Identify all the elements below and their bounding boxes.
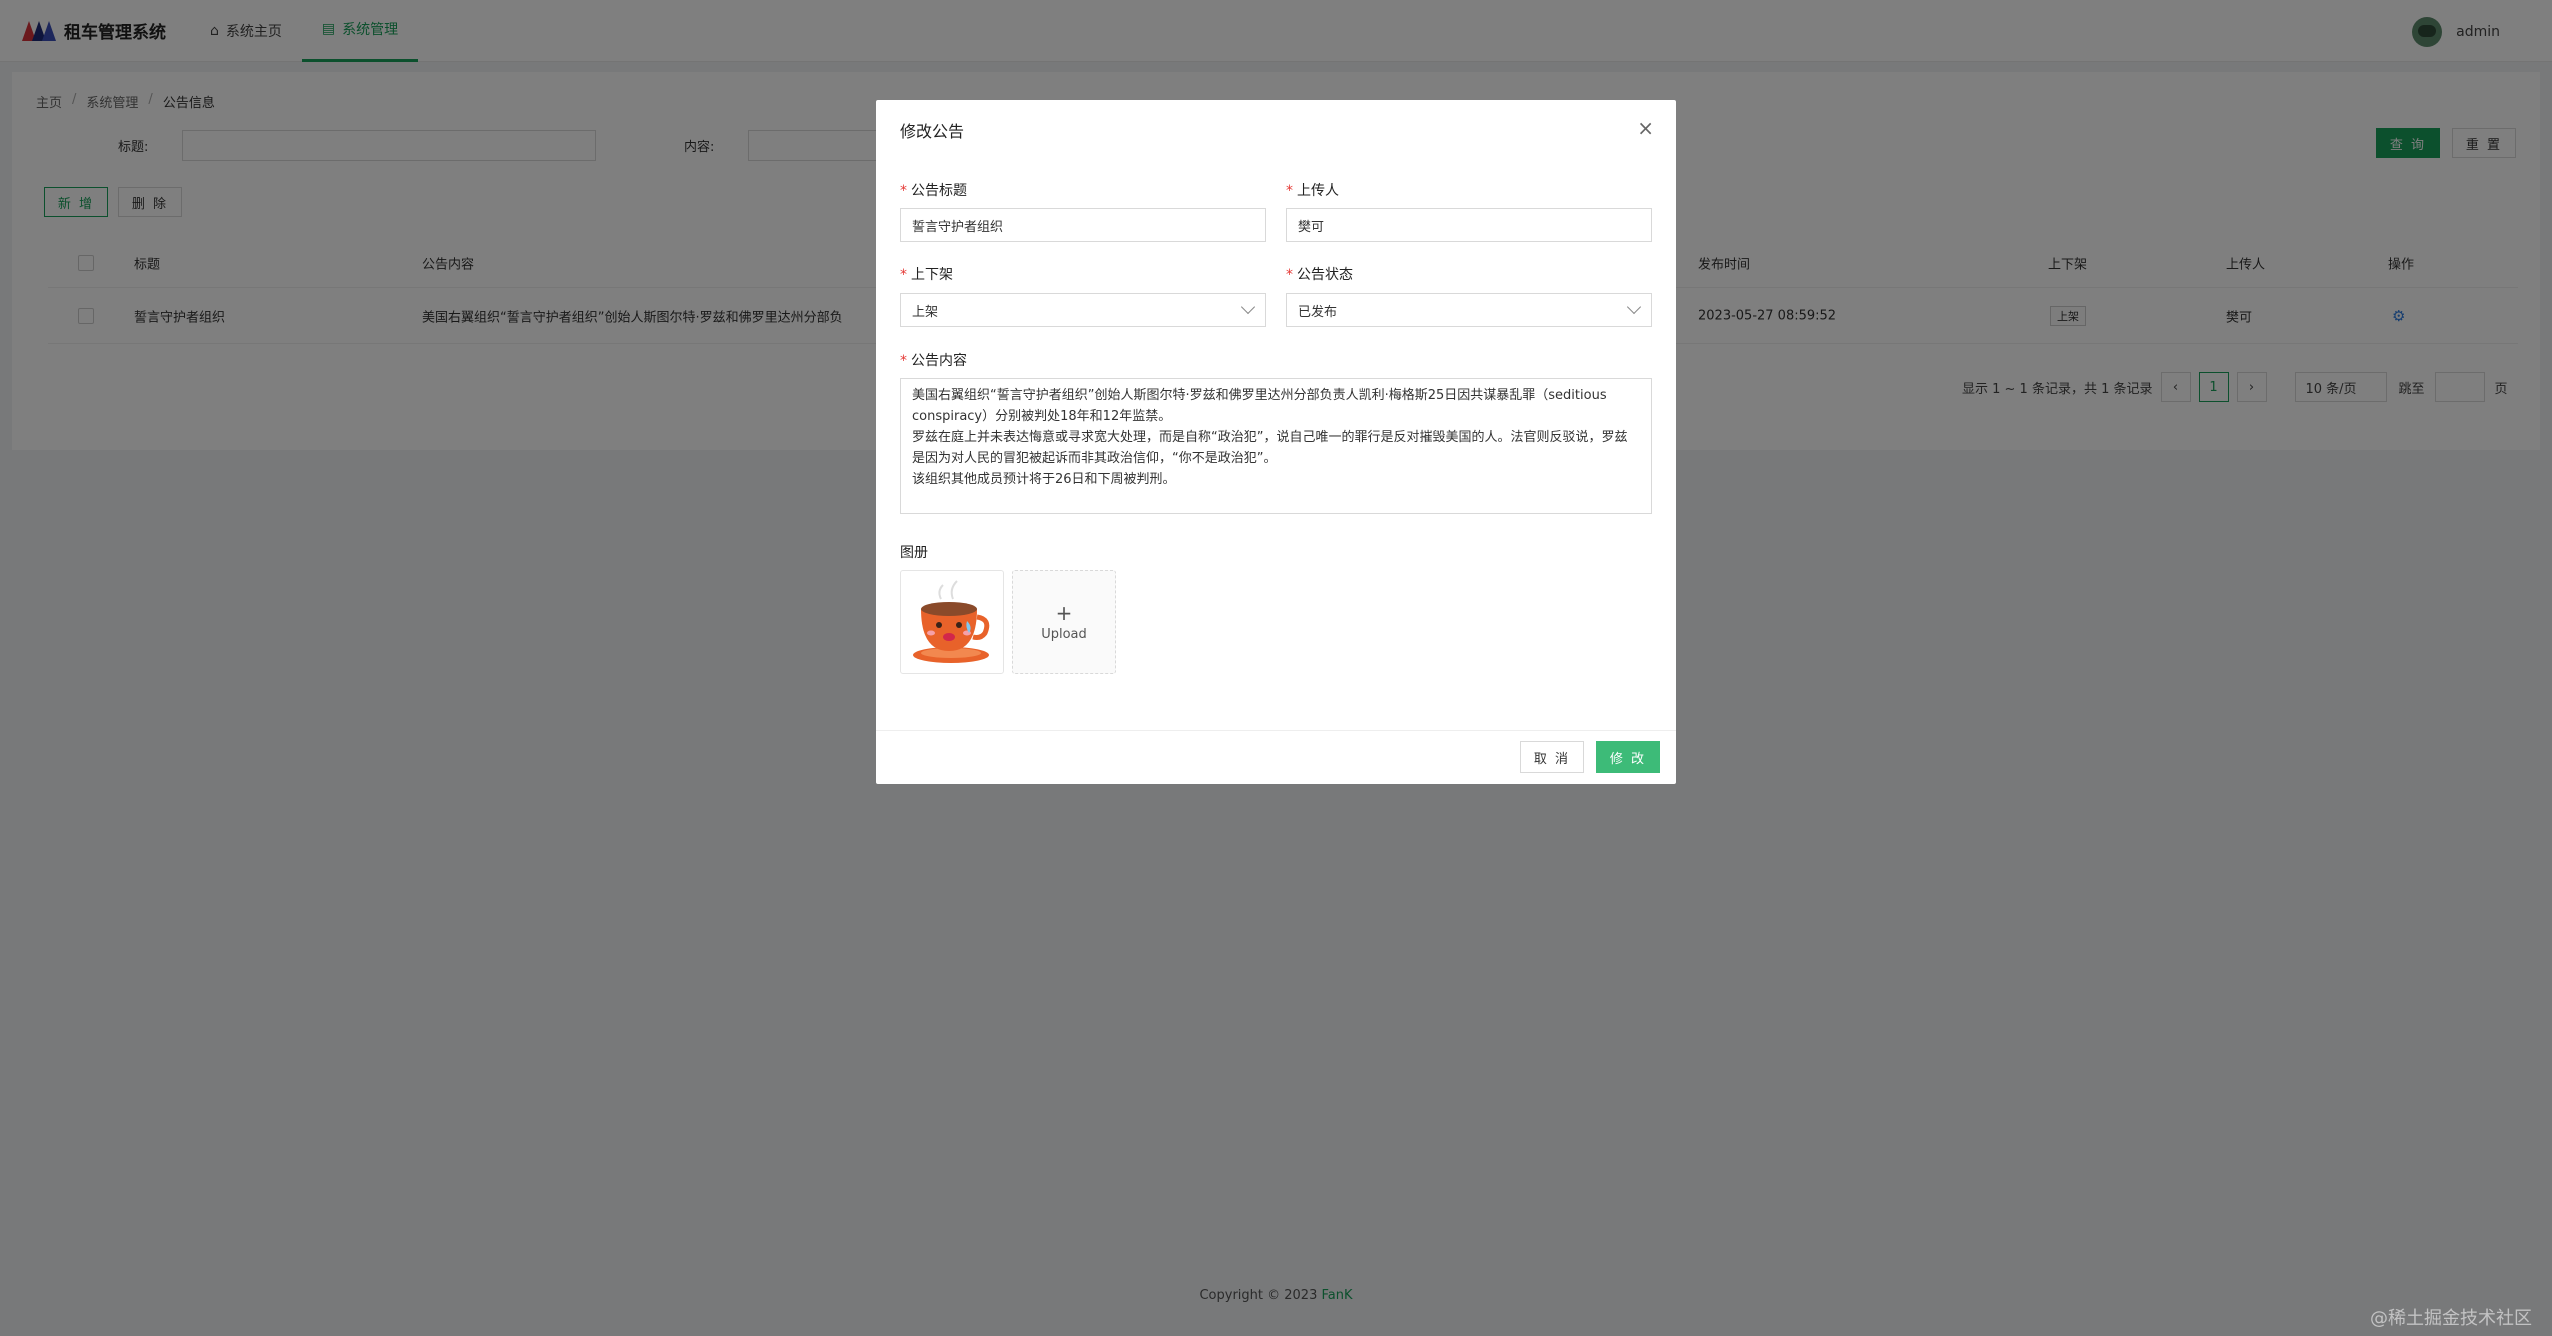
status-select[interactable]: 已发布 xyxy=(1286,293,1652,327)
modal-footer: 取 消 修 改 xyxy=(876,730,1676,784)
submit-button[interactable]: 修 改 xyxy=(1596,741,1660,773)
tea-cup-image xyxy=(913,580,990,663)
status-field-label: * 公告状态 xyxy=(1286,267,1353,283)
upload-button[interactable]: + Upload xyxy=(1012,570,1116,674)
plus-icon: + xyxy=(1055,600,1073,625)
shelf-select[interactable]: 上架 xyxy=(900,293,1266,327)
uploader-field[interactable]: 樊可 xyxy=(1286,208,1652,242)
shelf-field-label: * 上下架 xyxy=(900,267,953,283)
uploaded-image-thumbnail[interactable] xyxy=(900,570,1004,674)
chevron-down-icon xyxy=(1626,299,1642,315)
close-icon[interactable]: × xyxy=(1637,116,1654,140)
upload-label: Upload xyxy=(1041,626,1087,642)
watermark: @稀土掘金技术社区 xyxy=(2370,1308,2532,1329)
content-textarea[interactable]: 美国右翼组织“誓言守护者组织”创始人斯图尔特·罗兹和佛罗里达州分部负责人凯利·梅… xyxy=(900,378,1652,514)
uploader-field-label: * 上传人 xyxy=(1286,183,1339,199)
modal-title: 修改公告 xyxy=(900,122,965,141)
title-field[interactable]: 誓言守护者组织 xyxy=(900,208,1266,242)
title-field-label: * 公告标题 xyxy=(900,183,967,199)
content-field-label: * 公告内容 xyxy=(900,353,967,369)
edit-notice-modal: 修改公告 × * 公告标题 誓言守护者组织 * 上传人 樊可 * 上下架 上架 * 公告… xyxy=(876,100,1676,784)
cancel-button[interactable]: 取 消 xyxy=(1520,741,1584,773)
album-label: 图册 xyxy=(900,545,928,561)
chevron-down-icon xyxy=(1240,299,1256,315)
